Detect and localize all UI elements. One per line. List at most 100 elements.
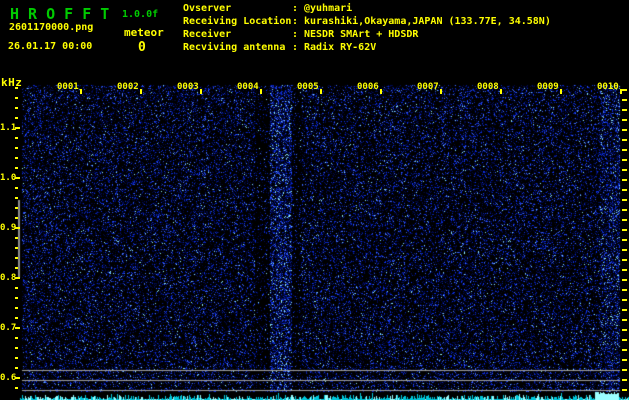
right-edge-tick (622, 379, 627, 381)
right-edge-tick (622, 309, 627, 311)
station-info-row: Recviving antenna: Radix RY-62V (183, 41, 551, 54)
info-label: Receiving Location (183, 16, 292, 27)
freq-minor-tick (15, 87, 18, 89)
freq-minor-tick (15, 117, 18, 119)
info-label: Ovserver (183, 3, 232, 14)
observation-band-label: meteor (124, 26, 164, 39)
info-label: Recviving antenna (183, 42, 286, 53)
time-tick (80, 89, 82, 94)
right-edge-tick (622, 139, 627, 141)
right-edge-tick (622, 239, 627, 241)
time-tick (200, 89, 202, 94)
output-filename: 2601170000.png (9, 22, 94, 33)
app-version: 1.0.0f (122, 9, 159, 20)
freq-minor-tick (15, 257, 18, 259)
info-value: NESDR SMArt + HDSDR (304, 29, 419, 40)
time-tick (140, 89, 142, 94)
freq-minor-tick (15, 347, 18, 349)
right-edge-tick (622, 219, 627, 221)
time-tick (500, 89, 502, 94)
right-edge-tick (622, 299, 627, 301)
right-edge-tick (622, 229, 627, 231)
freq-minor-tick (15, 317, 18, 319)
info-colon: : (292, 29, 299, 40)
freq-minor-tick (15, 207, 18, 209)
info-value: kurashiki,Okayama,JAPAN (133.77E, 34.58N… (304, 16, 551, 27)
right-edge-tick (622, 319, 627, 321)
freq-minor-tick (15, 297, 18, 299)
freq-minor-tick (15, 177, 18, 179)
time-tick-label: 0002 (117, 82, 139, 92)
freq-minor-tick (15, 267, 18, 269)
station-info-row: Ovserver: @yuhmari (183, 2, 551, 15)
freq-minor-tick (15, 237, 18, 239)
station-info-row: Receiver: NESDR SMArt + HDSDR (183, 28, 551, 41)
freq-minor-tick (15, 97, 18, 99)
info-colon: : (292, 16, 299, 27)
right-edge-tick (622, 249, 627, 251)
freq-minor-tick (15, 247, 18, 249)
info-colon: : (292, 3, 299, 14)
freq-tick-label: 0.6 (0, 373, 17, 383)
freq-minor-tick (15, 197, 18, 199)
freq-minor-tick (15, 127, 18, 129)
right-edge-tick (622, 99, 627, 101)
freq-minor-tick (15, 367, 18, 369)
right-edge-tick (622, 349, 627, 351)
freq-tick-label: 0.9 (0, 223, 17, 233)
right-edge-tick (622, 189, 627, 191)
freq-axis-unit-label: kHz (1, 76, 23, 89)
right-edge-tick (622, 149, 627, 151)
freq-minor-tick (15, 307, 18, 309)
time-tick-label: 0005 (297, 82, 319, 92)
observation-datetime: 26.01.17 00:00 (8, 41, 93, 52)
freq-tick-label: 1.1 (0, 123, 17, 133)
freq-minor-tick (15, 137, 18, 139)
time-tick-label: 0003 (177, 82, 199, 92)
freq-minor-tick (15, 217, 18, 219)
time-tick-label: 0007 (417, 82, 439, 92)
right-edge-tick (622, 369, 627, 371)
right-edge-tick (622, 279, 627, 281)
info-colon: : (292, 42, 299, 53)
app-title: H R O F F T (10, 5, 110, 23)
freq-minor-tick (15, 337, 18, 339)
freq-tick-label: 0.8 (0, 273, 17, 283)
right-edge-tick (622, 259, 627, 261)
time-tick (440, 89, 442, 94)
right-edge-tick (622, 109, 627, 111)
right-edge-tick (622, 289, 627, 291)
time-tick (260, 89, 262, 94)
info-value: Radix RY-62V (304, 42, 377, 53)
time-tick-label: 0009 (537, 82, 559, 92)
time-tick (620, 89, 622, 94)
freq-tick-label: 0.7 (0, 323, 17, 333)
right-edge-tick (622, 359, 627, 361)
time-tick-label: 0001 (57, 82, 79, 92)
time-tick-label: 0004 (237, 82, 259, 92)
right-edge-tick (622, 269, 627, 271)
freq-minor-tick (15, 377, 18, 379)
freq-minor-tick (15, 167, 18, 169)
right-edge-tick (622, 179, 627, 181)
freq-minor-tick (15, 287, 18, 289)
right-edge-tick (622, 339, 627, 341)
spectrogram-canvas (0, 0, 629, 400)
right-edge-tick (622, 209, 627, 211)
freq-tick-label: 1.0 (0, 173, 17, 183)
freq-minor-tick (15, 147, 18, 149)
time-tick (560, 89, 562, 94)
right-edge-tick (622, 159, 627, 161)
right-edge-tick (622, 199, 627, 201)
freq-minor-tick (15, 387, 18, 389)
right-edge-tick (622, 389, 627, 391)
freq-minor-tick (15, 327, 18, 329)
right-edge-tick (622, 89, 627, 91)
station-info-block: Ovserver: @yuhmari Receiving Location: kura… (183, 2, 551, 54)
right-edge-tick (622, 329, 627, 331)
time-tick (380, 89, 382, 94)
time-tick-label: 0010 (597, 82, 619, 92)
freq-minor-tick (15, 157, 18, 159)
freq-minor-tick (15, 107, 18, 109)
station-info-row: Receiving Location: kurashiki,Okayama,JAP… (183, 15, 551, 28)
